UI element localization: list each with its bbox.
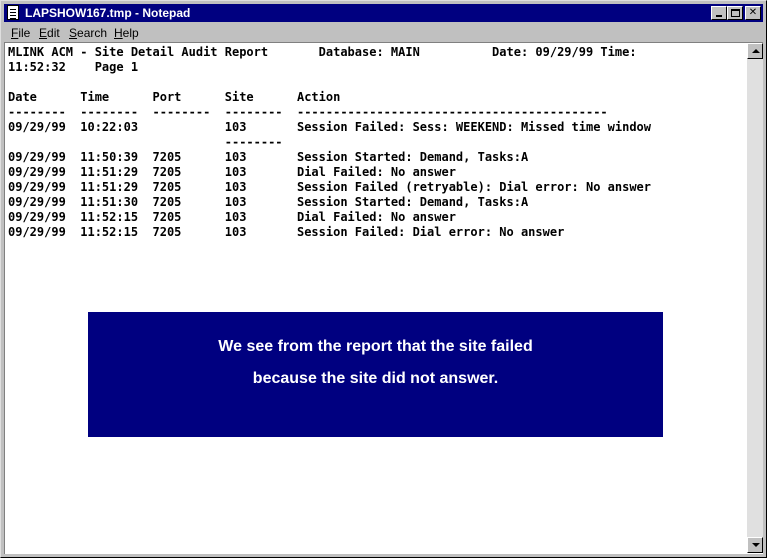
report-row: 09/29/99 11:51:29 7205 103 Dial Failed: … [8, 165, 456, 179]
title-bar[interactable]: LAPSHOW167.tmp - Notepad ✕ [4, 4, 763, 22]
maximize-icon [731, 9, 740, 17]
window-title: LAPSHOW167.tmp - Notepad [25, 6, 191, 20]
annotation-callout: We see from the report that the site fai… [88, 312, 663, 437]
document-text[interactable]: MLINK ACM - Site Detail Audit Report Dat… [8, 45, 746, 550]
report-header-line: MLINK ACM - Site Detail Audit Report Dat… [8, 45, 637, 59]
separator-line: -------- [8, 135, 283, 149]
arrow-down-icon [752, 543, 760, 547]
scroll-up-button[interactable] [747, 43, 763, 59]
close-icon: ✕ [748, 7, 758, 18]
callout-text-line2: because the site did not answer. [252, 370, 499, 387]
report-row: 09/29/99 11:50:39 7205 103 Session Start… [8, 150, 529, 164]
report-row: 09/29/99 11:51:29 7205 103 Session Faile… [8, 180, 651, 194]
menu-file[interactable]: File [11, 26, 30, 40]
report-header-line: 11:52:32 Page 1 [8, 60, 139, 74]
menu-bar: File Edit Search Help [4, 24, 763, 42]
notepad-window: LAPSHOW167.tmp - Notepad ✕ File Edit Sea… [0, 0, 767, 558]
scroll-down-button[interactable] [747, 537, 763, 553]
column-headers-line: Date Time Port Site Action [8, 90, 341, 104]
separator-line: -------- -------- -------- -------- ----… [8, 105, 608, 119]
report-row: 09/29/99 10:22:03 103 Session Failed: Se… [8, 120, 651, 134]
report-row: 09/29/99 11:52:15 7205 103 Dial Failed: … [8, 210, 456, 224]
report-row: 09/29/99 11:52:15 7205 103 Session Faile… [8, 225, 565, 239]
minimize-icon [716, 15, 722, 17]
menu-edit[interactable]: Edit [39, 26, 60, 40]
menu-search[interactable]: Search [69, 26, 107, 40]
notepad-app-icon[interactable] [7, 5, 19, 20]
maximize-button[interactable] [727, 6, 743, 20]
close-button[interactable]: ✕ [745, 6, 761, 20]
arrow-up-icon [752, 49, 760, 53]
report-row: 09/29/99 11:51:30 7205 103 Session Start… [8, 195, 529, 209]
minimize-button[interactable] [711, 6, 727, 20]
text-editor-area[interactable]: MLINK ACM - Site Detail Audit Report Dat… [4, 42, 763, 554]
vertical-scrollbar[interactable] [747, 43, 763, 553]
menu-help[interactable]: Help [114, 26, 139, 40]
callout-text-line1: We see from the report that the site fai… [218, 338, 533, 355]
